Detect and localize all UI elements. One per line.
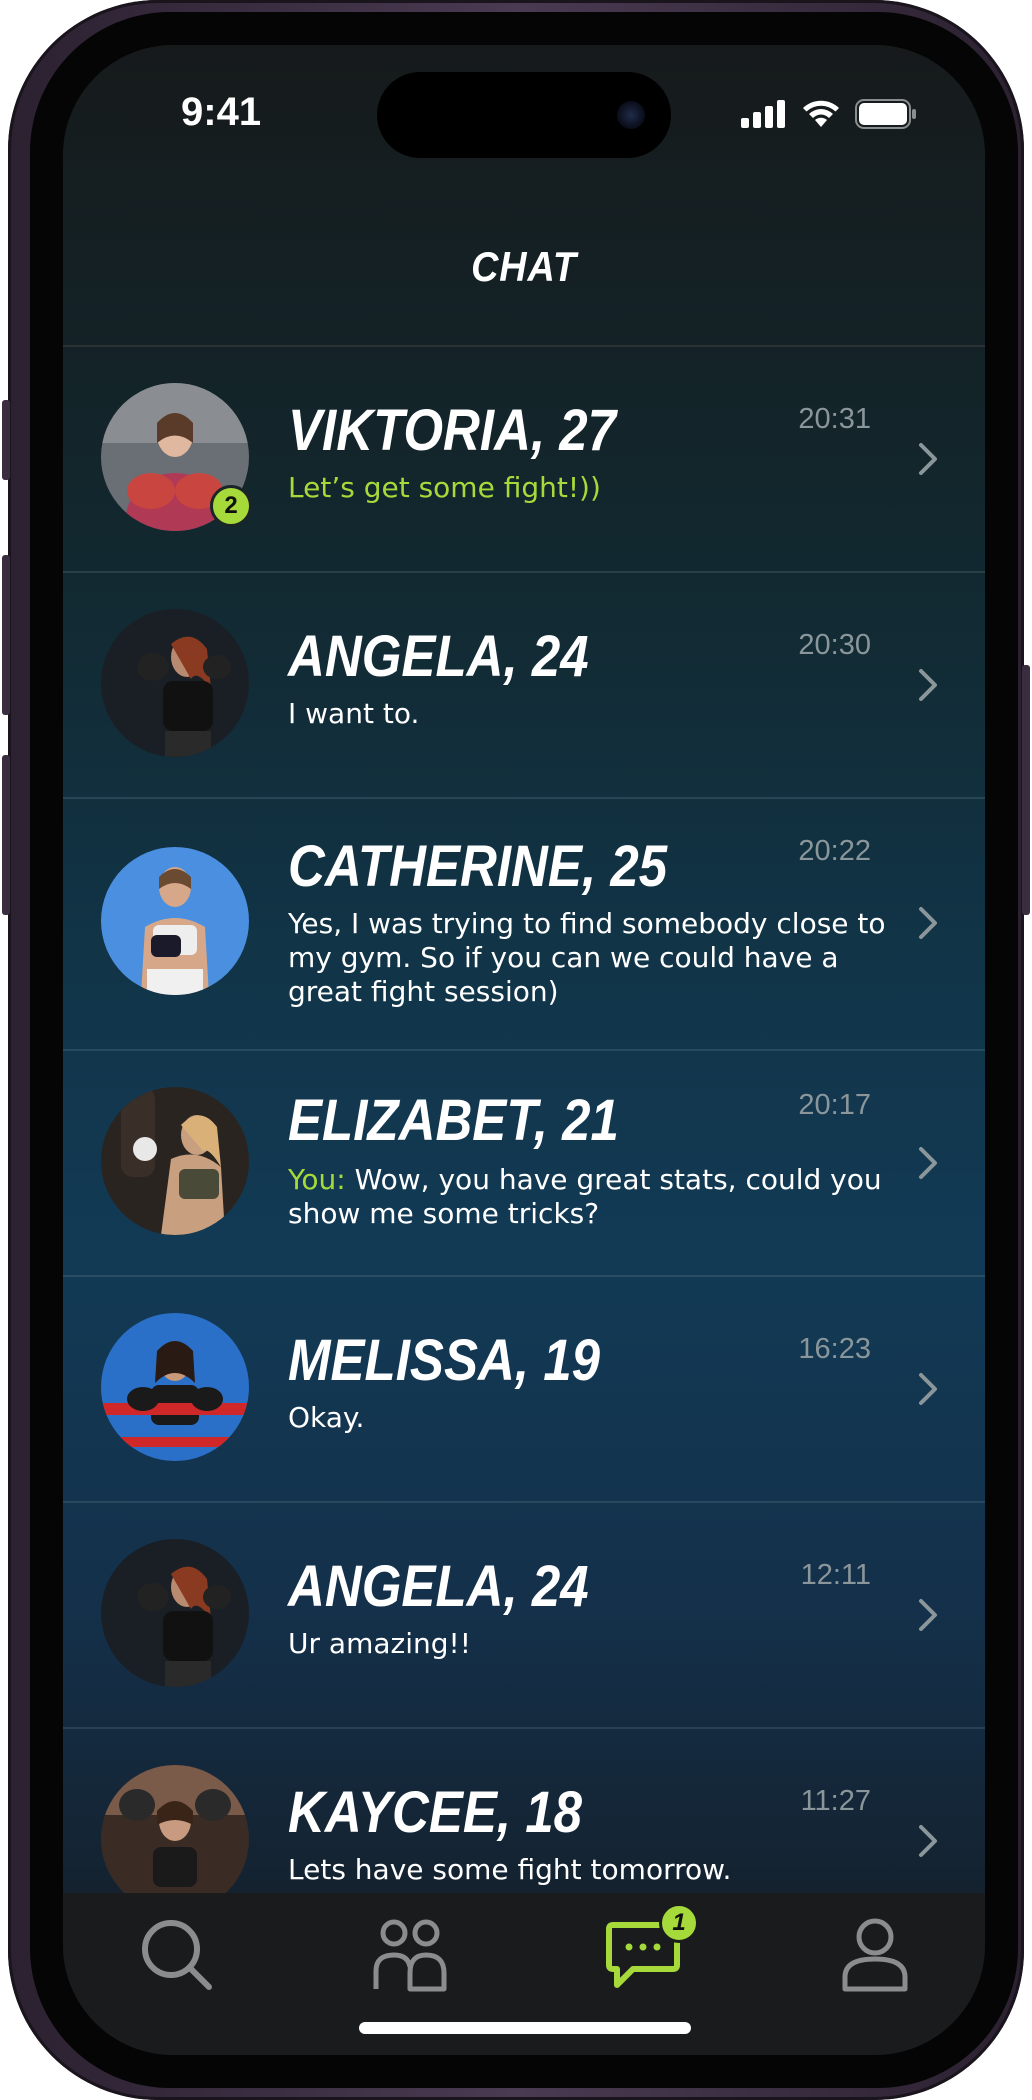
message-preview: Let’s get some fight!)) <box>288 471 601 504</box>
header: CHAT <box>63 185 985 347</box>
contact-name: KAYCEE, 18 <box>288 1780 583 1845</box>
message-preview: Yes, I was trying to find somebody close… <box>288 907 886 1008</box>
phone-frame: 9:41 CHAT 2 VIKTORIA, 27 20:31 Let’s get… <box>2 0 1030 2100</box>
message-time: 20:31 <box>798 403 871 435</box>
chevron-right-icon <box>919 443 937 475</box>
chat-row[interactable]: 2 VIKTORIA, 27 20:31 Let’s get some figh… <box>63 345 985 573</box>
chat-row[interactable]: ANGELA, 24 12:11 Ur amazing!! <box>63 1501 985 1729</box>
screen: 9:41 CHAT 2 VIKTORIA, 27 20:31 Let’s get… <box>63 45 985 2055</box>
contact-name: VIKTORIA, 27 <box>288 398 617 463</box>
message-time: 20:17 <box>798 1089 871 1121</box>
action-button <box>2 400 10 480</box>
status-bar: 9:41 <box>63 45 985 185</box>
avatar-image <box>101 1765 249 1893</box>
chat-row[interactable]: CATHERINE, 25 20:22 Yes, I was trying to… <box>63 797 985 1051</box>
signal-icon <box>741 100 785 128</box>
message-preview: Okay. <box>288 1401 365 1434</box>
avatar[interactable] <box>101 847 249 995</box>
wifi-icon <box>803 100 839 127</box>
avatar-image <box>101 847 249 995</box>
search-icon[interactable] <box>137 1915 217 1995</box>
contact-name: ANGELA, 24 <box>288 624 589 689</box>
contact-name: ELIZABET, 21 <box>288 1088 619 1153</box>
message-preview: You: Wow, you have great stats, could yo… <box>288 1163 888 1231</box>
home-indicator[interactable] <box>359 2022 691 2034</box>
avatar-image <box>101 1539 249 1687</box>
avatar[interactable] <box>101 1313 249 1461</box>
status-icons <box>741 99 917 129</box>
contact-name: ANGELA, 24 <box>288 1554 589 1619</box>
message-time: 12:11 <box>800 1559 871 1591</box>
chat-row[interactable]: ANGELA, 24 20:30 I want to. <box>63 571 985 799</box>
volume-up-button <box>2 555 10 715</box>
chevron-right-icon <box>919 1825 937 1857</box>
message-time: 20:30 <box>798 629 871 661</box>
contact-name: CATHERINE, 25 <box>288 834 668 899</box>
message-sender-prefix: You: <box>288 1163 346 1196</box>
chevron-right-icon <box>919 669 937 701</box>
chat-row[interactable]: ELIZABET, 21 20:17 You: Wow, you have gr… <box>63 1049 985 1277</box>
message-preview: Lets have some fight tomorrow. <box>288 1853 732 1886</box>
chevron-right-icon <box>919 1373 937 1405</box>
battery-icon <box>855 99 916 129</box>
chevron-right-icon <box>919 1147 937 1179</box>
people-icon[interactable] <box>370 1915 450 1995</box>
contact-name: MELISSA, 19 <box>288 1328 601 1393</box>
profile-icon[interactable] <box>835 1915 915 1995</box>
message-preview: I want to. <box>288 697 420 730</box>
message-preview: Ur amazing!! <box>288 1627 471 1660</box>
chat-list[interactable]: 2 VIKTORIA, 27 20:31 Let’s get some figh… <box>63 345 985 1893</box>
avatar-image <box>101 1087 249 1235</box>
avatar[interactable] <box>101 1539 249 1687</box>
camera-icon <box>617 101 645 129</box>
page-title: CHAT <box>471 243 577 290</box>
power-button <box>1022 665 1030 915</box>
chat-unread-badge: 1 <box>659 1903 699 1943</box>
unread-badge: 2 <box>210 485 252 527</box>
status-time: 9:41 <box>181 90 262 134</box>
avatar[interactable] <box>101 1765 249 1893</box>
avatar[interactable] <box>101 1087 249 1235</box>
avatar[interactable] <box>101 609 249 757</box>
chat-row[interactable]: MELISSA, 19 16:23 Okay. <box>63 1275 985 1503</box>
chat-row[interactable]: KAYCEE, 18 11:27 Lets have some fight to… <box>63 1727 985 1893</box>
chevron-right-icon <box>919 1599 937 1631</box>
message-time: 16:23 <box>798 1333 871 1365</box>
chevron-right-icon <box>919 907 937 939</box>
dynamic-island <box>377 72 671 158</box>
volume-down-button <box>2 755 10 915</box>
message-time: 20:22 <box>798 835 871 867</box>
message-text: Wow, you have great stats, could you sho… <box>288 1163 882 1230</box>
avatar-image <box>101 1313 249 1461</box>
avatar-image <box>101 609 249 757</box>
message-time: 11:27 <box>800 1785 871 1817</box>
